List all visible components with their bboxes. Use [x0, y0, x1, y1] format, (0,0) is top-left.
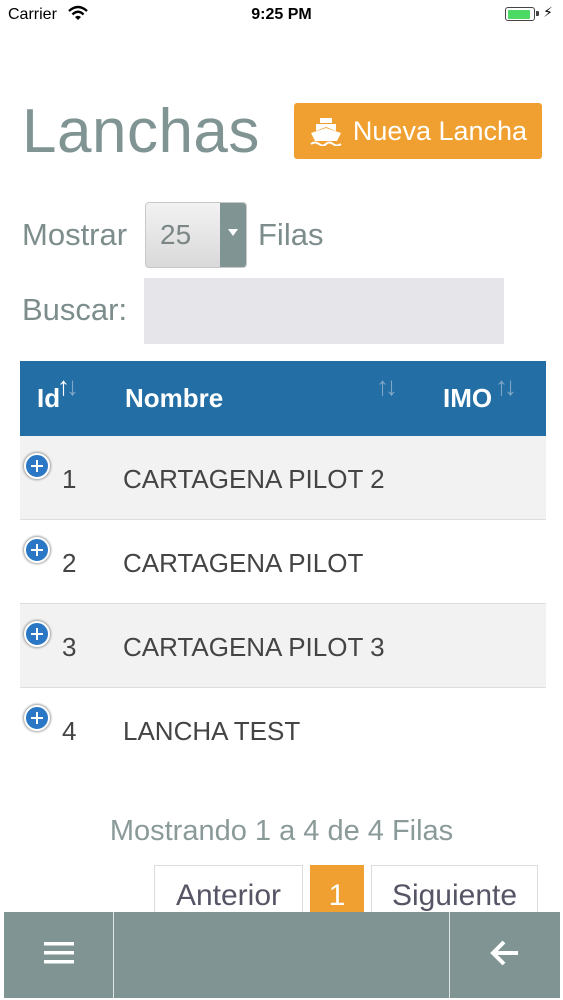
- row-id: 3: [62, 632, 77, 662]
- expand-row-icon[interactable]: [24, 537, 50, 563]
- expand-row-icon[interactable]: [24, 453, 50, 479]
- menu-button[interactable]: [4, 912, 113, 998]
- bottom-toolbar: [4, 912, 560, 998]
- toolbar-divider: [113, 912, 114, 998]
- column-header-nombre[interactable]: Nombre: [125, 383, 223, 414]
- sort-icon: ↑↓: [495, 371, 517, 401]
- search-label: Buscar:: [22, 292, 128, 327]
- table-row[interactable]: 2 CARTAGENA PILOT: [20, 520, 546, 604]
- table-row[interactable]: 3 CARTAGENA PILOT 3: [20, 604, 546, 688]
- table-info: Mostrando 1 a 4 de 4 Filas: [109, 815, 454, 847]
- sort-icon: ↑↓: [57, 371, 79, 401]
- rows-per-page-select[interactable]: 25: [145, 202, 247, 268]
- hamburger-menu-icon: [43, 941, 74, 970]
- new-lancha-button[interactable]: Nueva Lancha: [294, 103, 542, 159]
- row-id: 4: [62, 716, 77, 746]
- table-row[interactable]: 4 LANCHA TEST: [20, 688, 546, 772]
- row-name: LANCHA TEST: [123, 716, 301, 746]
- back-button[interactable]: [450, 912, 560, 998]
- ship-icon: [309, 116, 343, 146]
- row-name: CARTAGENA PILOT 3: [123, 632, 385, 662]
- row-name: CARTAGENA PILOT: [123, 548, 364, 578]
- rows-per-page-value: 25: [160, 219, 192, 250]
- page-title: Lanchas: [22, 97, 260, 166]
- row-id: 2: [62, 548, 77, 578]
- column-header-imo[interactable]: IMO: [443, 383, 492, 414]
- lanchas-table: Id ↑↓ Nombre ↑↓ IMO ↑↓ 1 CARTAGENA PILOT…: [20, 361, 546, 772]
- row-id: 1: [62, 464, 77, 494]
- chevron-down-icon: [220, 203, 246, 267]
- table-row[interactable]: 1 CARTAGENA PILOT 2: [20, 436, 546, 520]
- battery-icon: [505, 7, 539, 21]
- status-time: 9:25 PM: [251, 6, 312, 23]
- sort-icon: ↑↓: [376, 371, 398, 401]
- rows-suffix-label: Filas: [258, 217, 324, 252]
- show-label: Mostrar: [22, 217, 128, 252]
- expand-row-icon[interactable]: [24, 705, 50, 731]
- arrow-left-icon: [490, 940, 520, 971]
- expand-row-icon[interactable]: [24, 621, 50, 647]
- row-name: CARTAGENA PILOT 2: [123, 464, 385, 494]
- table-header: Id ↑↓ Nombre ↑↓ IMO ↑↓: [20, 361, 546, 436]
- new-lancha-label: Nueva Lancha: [352, 115, 528, 146]
- search-input[interactable]: [144, 278, 504, 344]
- charging-bolt-icon: ⚡: [543, 4, 553, 20]
- status-bar: Carrier 9:25 PM ⚡: [0, 0, 563, 30]
